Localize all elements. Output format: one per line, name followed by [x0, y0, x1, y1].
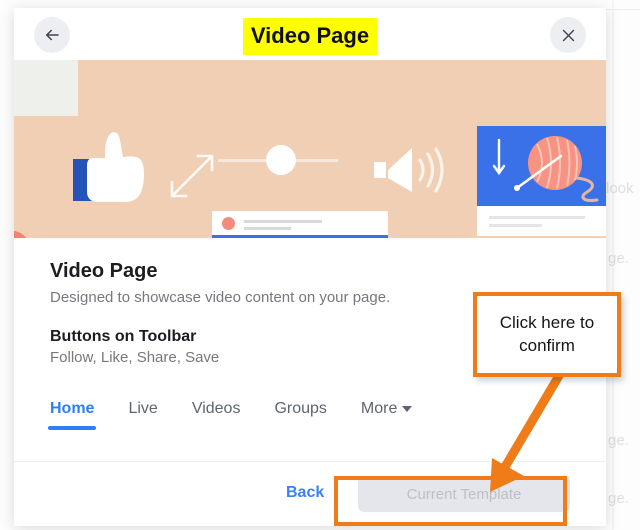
tab-live[interactable]: Live: [128, 400, 157, 430]
close-button[interactable]: [550, 17, 586, 53]
tab-groups[interactable]: Groups: [274, 400, 326, 430]
background-text-2: ge.: [608, 432, 629, 449]
annotation-callout: Click here to confirm: [473, 292, 621, 377]
back-link[interactable]: Back: [286, 484, 324, 502]
annotation-callout-text: Click here to confirm: [499, 312, 595, 355]
blob-shape: [14, 230, 70, 238]
thumbs-up-icon: [87, 132, 145, 202]
slider-knob-icon: [266, 145, 296, 175]
tab-home-label: Home: [50, 400, 95, 417]
back-button[interactable]: [34, 17, 70, 53]
hero-corner-patch: [14, 60, 78, 116]
yarn-card-lines: [489, 216, 585, 232]
cat-photo-card: [212, 211, 388, 238]
tab-home[interactable]: Home: [47, 400, 97, 430]
hero-illustration: [14, 60, 606, 238]
tab-groups-label: Groups: [274, 400, 327, 417]
tab-more[interactable]: More: [360, 400, 413, 430]
tab-videos-label: Videos: [191, 400, 241, 417]
yarn-photo: [477, 126, 606, 206]
speaker-icon: [372, 140, 452, 200]
avatar-dot: [222, 217, 235, 230]
template-preview-dialog: Video Page Video Page Designed to showca…: [14, 8, 606, 526]
background-text-0: look: [606, 180, 634, 197]
page-title: Video Page: [242, 18, 378, 55]
arrow-left-icon: [43, 26, 61, 44]
background-text-3: ge.: [608, 490, 629, 507]
tab-live-label: Live: [128, 400, 158, 417]
close-icon: [560, 27, 577, 44]
yarn-photo-card: [477, 126, 606, 236]
screenshot-root: look ge. ge. ge. Video Page Video Page D…: [0, 0, 640, 530]
annotation-highlight-rect: [334, 476, 567, 526]
tab-videos[interactable]: Videos: [192, 400, 241, 430]
dialog-header: Video Page: [14, 8, 606, 60]
placeholder-lines: [244, 220, 322, 234]
cat-card-header: [212, 211, 388, 235]
chevron-down-icon: [402, 405, 413, 412]
resize-arrows-icon: [164, 148, 220, 204]
tab-more-label: More: [360, 400, 398, 417]
tab-bar: Home Live Videos Groups More: [47, 400, 570, 430]
body-title: Video Page: [50, 260, 158, 282]
background-text-1: ge.: [608, 250, 629, 267]
dialog-title-wrap: Video Page: [14, 18, 606, 55]
